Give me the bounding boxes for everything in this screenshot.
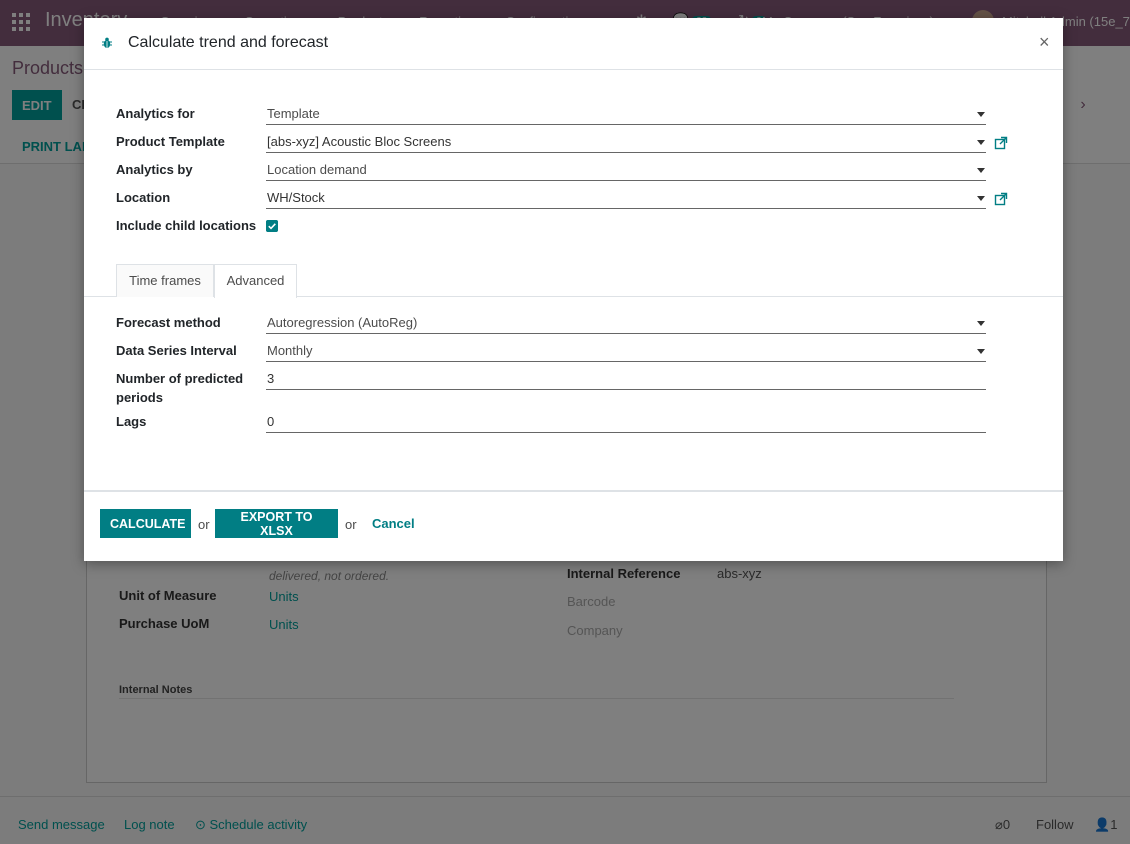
- close-icon[interactable]: ×: [1039, 32, 1050, 53]
- tab-advanced[interactable]: Advanced: [214, 264, 297, 298]
- predicted-periods-label: Number of predicted periods: [116, 369, 243, 407]
- location-field[interactable]: WH/Stock: [266, 187, 986, 209]
- lags-value: 0: [267, 414, 275, 429]
- export-xlsx-button[interactable]: EXPORT TO XLSX: [215, 509, 338, 538]
- lags-input[interactable]: 0: [266, 411, 986, 433]
- analytics-for-label: Analytics for: [116, 106, 195, 121]
- forecast-method-label: Forecast method: [116, 315, 221, 330]
- analytics-by-value: Location demand: [267, 162, 367, 177]
- predicted-periods-input[interactable]: 3: [266, 368, 986, 390]
- forecast-method-value: Autoregression (AutoReg): [267, 315, 418, 330]
- external-link-icon[interactable]: [994, 136, 1008, 150]
- product-template-label: Product Template: [116, 134, 225, 149]
- include-child-locations-label: Include child locations: [116, 218, 257, 233]
- caret-down-icon: [977, 196, 985, 201]
- location-label: Location: [116, 190, 171, 205]
- tab-time-frames[interactable]: Time frames: [116, 264, 214, 297]
- analytics-by-label: Analytics by: [116, 162, 193, 177]
- analytics-by-select[interactable]: Location demand: [266, 159, 986, 181]
- data-series-interval-label: Data Series Interval: [116, 343, 237, 358]
- caret-down-icon: [977, 349, 985, 354]
- data-series-interval-select[interactable]: Monthly: [266, 340, 986, 362]
- forecast-method-select[interactable]: Autoregression (AutoReg): [266, 312, 986, 334]
- analytics-for-value: Template: [267, 106, 320, 121]
- caret-down-icon: [977, 140, 985, 145]
- or-separator: or: [198, 517, 210, 532]
- dialog-footer: CALCULATE or EXPORT TO XLSX or Cancel: [84, 490, 1063, 561]
- predicted-periods-label-line2: periods: [116, 390, 163, 405]
- bug-icon: [102, 37, 112, 48]
- dialog-header: Calculate trend and forecast ×: [84, 18, 1063, 70]
- data-series-interval-value: Monthly: [267, 343, 313, 358]
- lags-label: Lags: [116, 414, 147, 429]
- dialog-title: Calculate trend and forecast: [128, 34, 329, 51]
- analytics-for-select[interactable]: Template: [266, 103, 986, 125]
- location-value: WH/Stock: [267, 190, 325, 205]
- calculate-button[interactable]: CALCULATE: [100, 509, 191, 538]
- or-separator: or: [345, 517, 357, 532]
- caret-down-icon: [977, 321, 985, 326]
- product-template-value: [abs-xyz] Acoustic Bloc Screens: [267, 134, 452, 149]
- forecast-dialog: Calculate trend and forecast × Analytics…: [84, 18, 1063, 561]
- external-link-icon[interactable]: [994, 192, 1008, 206]
- cancel-button[interactable]: Cancel: [372, 516, 415, 531]
- caret-down-icon: [977, 112, 985, 117]
- predicted-periods-value: 3: [267, 371, 275, 386]
- product-template-field[interactable]: [abs-xyz] Acoustic Bloc Screens: [266, 131, 986, 153]
- tab-bar: Time frames Advanced: [84, 264, 1063, 298]
- include-child-locations-checkbox[interactable]: [266, 220, 278, 232]
- caret-down-icon: [977, 168, 985, 173]
- predicted-periods-label-line1: Number of predicted: [116, 371, 244, 386]
